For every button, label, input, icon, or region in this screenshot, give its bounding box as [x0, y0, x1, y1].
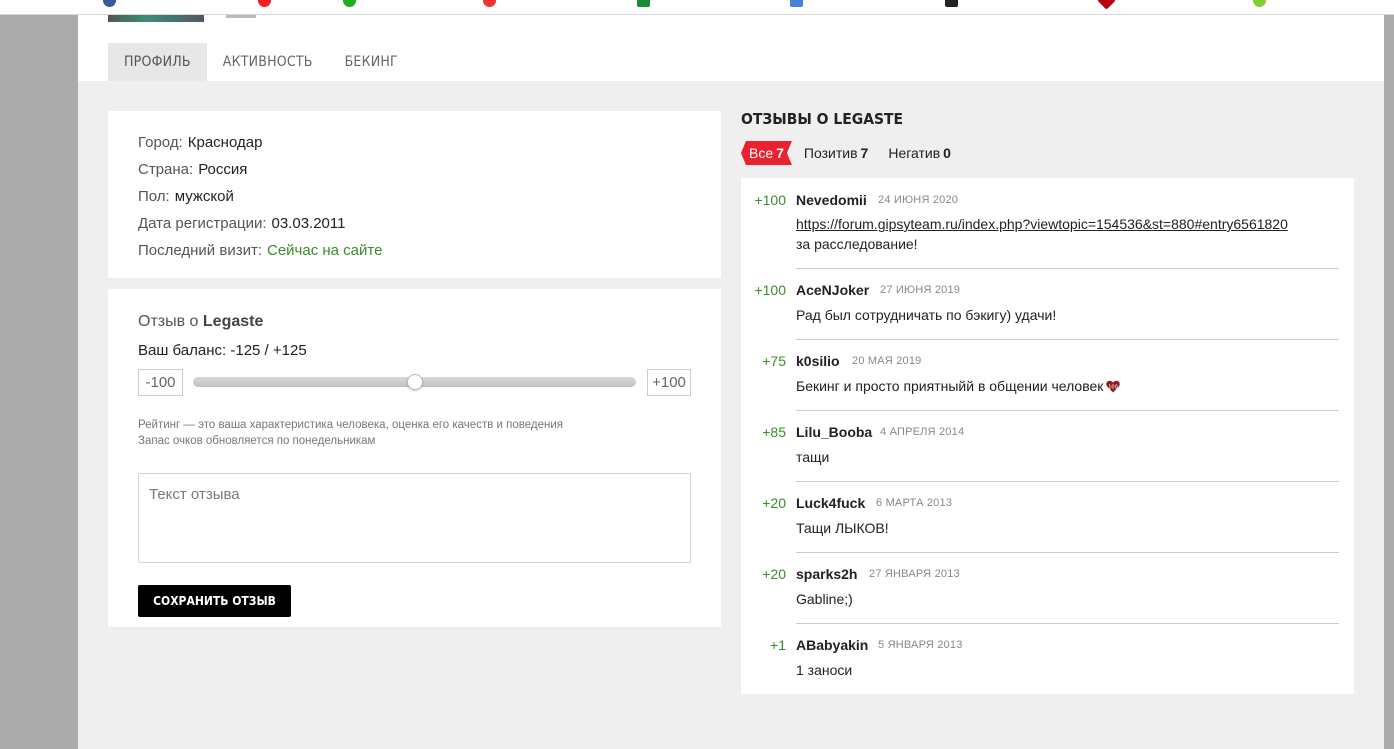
review-score: +100 — [754, 192, 786, 208]
reviews-title: ОТЗЫВЫ О LEGASTE — [741, 110, 904, 128]
review-author[interactable]: Luck4fuck — [796, 495, 865, 511]
bookmark-icon[interactable] — [1253, 0, 1266, 7]
heart-emoji-icon: 100 — [1106, 380, 1121, 393]
bookmark-icon[interactable] — [637, 0, 650, 7]
info-gender: Пол: мужской — [138, 183, 691, 210]
save-review-button[interactable]: СОХРАНИТЬ ОТЗЫВ — [138, 585, 291, 617]
filter-label: Все — [749, 145, 774, 161]
review-author[interactable]: sparks2h — [796, 566, 857, 582]
review-score: +1 — [770, 637, 786, 653]
info-country: Страна: Россия — [138, 156, 691, 183]
bookmark-icon[interactable] — [1097, 0, 1116, 10]
registration-date: 03.03.2011 — [271, 215, 346, 232]
rating-min-box[interactable]: -100 — [138, 369, 183, 396]
gender-value: мужской — [174, 188, 234, 205]
username-fragment — [226, 15, 256, 18]
svg-text:100: 100 — [1109, 385, 1119, 391]
divider — [796, 268, 1339, 269]
divider — [796, 339, 1339, 340]
bookmark-icon[interactable] — [258, 0, 271, 7]
gender-label: Пол: — [138, 188, 170, 205]
filter-positive[interactable]: Позитив 7 — [804, 141, 868, 165]
review-date: 27 ЯНВАРЯ 2013 — [869, 568, 960, 580]
review-text: Тащи ЛЫКОВ! — [796, 520, 889, 536]
review-author[interactable]: Lilu_Booba — [796, 424, 872, 440]
review-date: 24 ИЮНЯ 2020 — [878, 194, 959, 206]
divider — [796, 623, 1339, 624]
review-author[interactable]: AceNJoker — [796, 282, 869, 298]
bookmark-icon[interactable] — [945, 0, 958, 7]
filter-all[interactable]: Все 7 — [741, 141, 792, 165]
review-date: 5 ЯНВАРЯ 2013 — [878, 639, 963, 651]
review-score: +85 — [762, 424, 786, 440]
scrollbar[interactable] — [1384, 15, 1394, 749]
filter-count: 0 — [943, 145, 951, 161]
tab-profile[interactable]: ПРОФИЛЬ — [108, 43, 207, 81]
review-text: 1 заноси — [796, 662, 853, 678]
rating-slider-thumb[interactable] — [407, 374, 423, 390]
review-text-line: за расследование! — [796, 236, 918, 252]
review-text: Рад был сотрудничать по бэкигу) удачи! — [796, 307, 1057, 323]
reviews-list: +100 Nevedomii 24 ИЮНЯ 2020 https://foru… — [741, 178, 1354, 694]
review-filters: Все 7 Позитив 7 Негатив 0 — [741, 141, 971, 165]
review-date: 20 МАЯ 2019 — [852, 355, 922, 367]
tab-activity[interactable]: АКТИВНОСТЬ — [207, 43, 329, 81]
info-registration: Дата регистрации: 03.03.2011 — [138, 210, 691, 237]
review-author[interactable]: Nevedomii — [796, 192, 867, 208]
review-score: +20 — [762, 566, 786, 582]
review-score: +75 — [762, 353, 786, 369]
info-last-visit: Последний визит: Сейчас на сайте — [138, 237, 691, 264]
bookmark-icon[interactable] — [790, 0, 803, 7]
profile-page: ПРОФИЛЬ АКТИВНОСТЬ БЕКИНГ Город: Краснода… — [78, 15, 1384, 749]
review-text: тащи — [796, 449, 830, 465]
filter-count: 7 — [860, 145, 869, 161]
review-author[interactable]: ABabyakin — [796, 637, 868, 653]
review-title-prefix: Отзыв о — [138, 313, 199, 330]
profile-header: ПРОФИЛЬ АКТИВНОСТЬ БЕКИНГ — [78, 15, 1384, 81]
review-date: 6 МАРТА 2013 — [876, 497, 953, 509]
rating-hint-line: Запас очков обновляется по понедельникам — [138, 435, 376, 447]
tab-backing[interactable]: БЕКИНГ — [329, 43, 414, 81]
review-score: +100 — [754, 282, 786, 298]
country-value: Россия — [198, 161, 248, 178]
bookmark-icon[interactable] — [483, 0, 496, 7]
rating-max-box[interactable]: +100 — [647, 369, 691, 396]
divider — [796, 552, 1339, 553]
review-date: 27 ИЮНЯ 2019 — [880, 284, 961, 296]
review-text-line: Бекинг и просто приятныйй в общении чело… — [796, 378, 1104, 394]
filter-label: Негатив — [888, 145, 941, 161]
online-status: Сейчас на сайте — [267, 242, 383, 259]
review-date: 4 АПРЕЛЯ 2014 — [880, 426, 965, 438]
filter-count: 7 — [776, 145, 784, 161]
city-value: Краснодар — [187, 134, 263, 151]
bookmark-icon[interactable] — [103, 0, 116, 7]
balance-text: Ваш баланс: -125 / +125 — [138, 342, 307, 359]
profile-info-card: Город: Краснодар Страна: Россия Пол: мужско… — [108, 111, 721, 278]
review-link[interactable]: https://forum.gipsyteam.ru/index.php?vie… — [796, 216, 1288, 232]
review-title-name: Legaste — [202, 313, 264, 330]
review-text: https://forum.gipsyteam.ru/index.php?vie… — [796, 214, 1288, 254]
review-form-card: Отзыв о Legaste Ваш баланс: -125 / +125 … — [108, 289, 721, 627]
review-author[interactable]: k0silio — [796, 353, 840, 369]
review-score: +20 — [762, 495, 786, 511]
review-text-input[interactable] — [138, 473, 691, 563]
info-city: Город: Краснодар — [138, 129, 691, 156]
divider — [796, 410, 1339, 411]
last-visit-label: Последний визит: — [138, 242, 262, 259]
review-text: Gabline;) — [796, 591, 853, 607]
city-label: Город: — [138, 134, 183, 151]
divider — [796, 481, 1339, 482]
country-label: Страна: — [138, 161, 194, 178]
bookmarks-bar — [0, 0, 1394, 15]
rating-hint: Рейтинг — это ваша характеристика челове… — [138, 417, 563, 449]
registration-label: Дата регистрации: — [138, 215, 267, 232]
review-form-title: Отзыв о Legaste — [138, 313, 263, 331]
filter-negative[interactable]: Негатив 0 — [888, 141, 951, 165]
profile-tabs: ПРОФИЛЬ АКТИВНОСТЬ БЕКИНГ — [108, 43, 414, 81]
filter-label: Позитив — [803, 145, 858, 161]
rating-hint-line: Рейтинг — это ваша характеристика челове… — [138, 419, 563, 431]
avatar — [108, 15, 204, 22]
review-text: Бекинг и просто приятныйй в общении чело… — [796, 376, 1121, 396]
bookmark-icon[interactable] — [343, 0, 356, 7]
